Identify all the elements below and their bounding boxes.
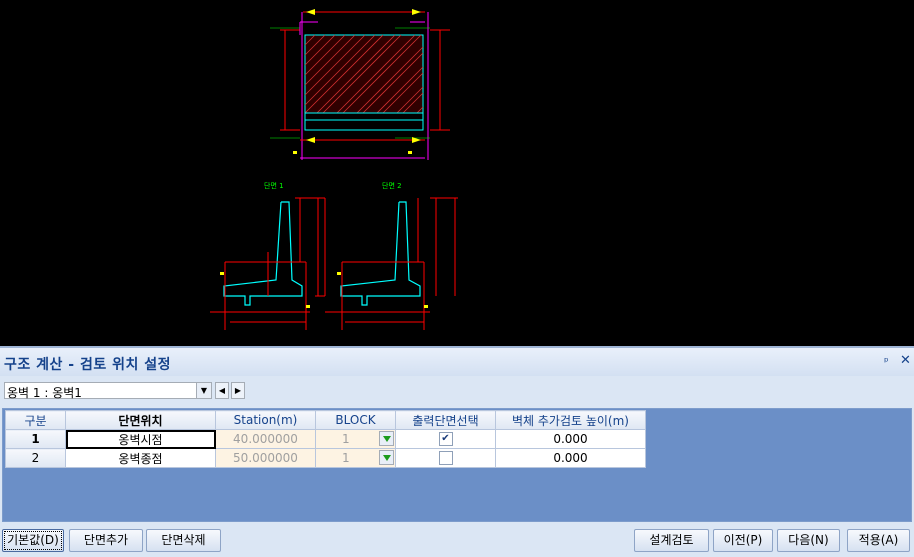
header-extra-height[interactable]: 벽체 추가검토 높이(m) bbox=[495, 410, 646, 430]
section-2-view bbox=[324, 197, 458, 330]
header-location[interactable]: 단면위치 bbox=[65, 410, 216, 430]
grid-header-row: 구분 단면위치 Station(m) BLOCK 출력단면선택 벽체 추가검토 … bbox=[5, 410, 646, 430]
block-cell[interactable]: 1 bbox=[315, 429, 396, 449]
station-cell: 40.000000 bbox=[215, 429, 316, 449]
output-select-cell[interactable]: ✔ bbox=[395, 429, 496, 449]
table-row[interactable]: 2 옹벽종점 50.000000 1 0.000 bbox=[5, 448, 646, 468]
header-station[interactable]: Station(m) bbox=[215, 410, 316, 430]
output-select-cell[interactable] bbox=[395, 448, 496, 468]
output-checkbox-checked[interactable]: ✔ bbox=[438, 432, 453, 447]
default-button[interactable]: 기본값(D) bbox=[2, 529, 64, 552]
next-button[interactable]: 다음(N) bbox=[777, 529, 840, 552]
prev-wall-button[interactable]: ◀ bbox=[215, 382, 229, 399]
row-number[interactable]: 2 bbox=[5, 448, 66, 468]
delete-section-button[interactable]: 단면삭제 bbox=[146, 529, 221, 552]
block-value: 1 bbox=[342, 432, 350, 446]
wall-select[interactable]: 옹벽 1 : 옹벽1 ▼ bbox=[4, 382, 212, 400]
section-1-view bbox=[210, 197, 325, 330]
block-dropdown-button[interactable] bbox=[379, 450, 394, 465]
block-value: 1 bbox=[342, 451, 350, 465]
station-cell: 50.000000 bbox=[215, 448, 316, 468]
cad-drawing-canvas[interactable]: 단면 1 단면 2 bbox=[0, 0, 914, 346]
wall-select-value: 옹벽 1 : 옹벽1 bbox=[7, 386, 82, 400]
close-icon[interactable]: ✕ bbox=[900, 353, 911, 368]
header-no[interactable]: 구분 bbox=[5, 410, 66, 430]
pin-icon[interactable]: ᵖ bbox=[884, 355, 889, 368]
section-2-label: 단면 2 bbox=[382, 181, 402, 190]
panel-title: 구조 계산 - 검토 위치 설정 bbox=[4, 357, 171, 373]
add-section-button[interactable]: 단면추가 bbox=[69, 529, 143, 552]
design-check-position-panel: 구조 계산 - 검토 위치 설정 ᵖ ✕ 옹벽 1 : 옹벽1 ▼ ◀ ▶ 구분… bbox=[0, 346, 914, 557]
next-wall-button[interactable]: ▶ bbox=[231, 382, 245, 399]
section-grid-area: 구분 단면위치 Station(m) BLOCK 출력단면선택 벽체 추가검토 … bbox=[2, 408, 912, 522]
extra-height-cell[interactable]: 0.000 bbox=[495, 429, 646, 449]
section-1-label: 단면 1 bbox=[264, 181, 284, 190]
retaining-wall-drawing: 단면 1 단면 2 bbox=[210, 9, 458, 330]
header-block[interactable]: BLOCK bbox=[315, 410, 396, 430]
chevron-down-icon[interactable]: ▼ bbox=[196, 383, 211, 398]
section-grid: 구분 단면위치 Station(m) BLOCK 출력단면선택 벽체 추가검토 … bbox=[5, 410, 646, 468]
wall-selector-row: 옹벽 1 : 옹벽1 ▼ ◀ ▶ bbox=[0, 380, 914, 402]
prev-button[interactable]: 이전(P) bbox=[713, 529, 773, 552]
location-cell[interactable]: 옹벽종점 bbox=[65, 448, 216, 468]
location-cell[interactable]: 옹벽시점 bbox=[65, 429, 216, 449]
output-checkbox-unchecked[interactable] bbox=[438, 451, 453, 466]
dropdown-arrow-icon bbox=[383, 455, 391, 461]
apply-button[interactable]: 적용(A) bbox=[847, 529, 910, 552]
plan-view bbox=[270, 9, 450, 160]
table-row[interactable]: 1 옹벽시점 40.000000 1 ✔ 0.000 bbox=[5, 429, 646, 449]
block-cell[interactable]: 1 bbox=[315, 448, 396, 468]
block-dropdown-button[interactable] bbox=[379, 431, 394, 446]
header-output-select[interactable]: 출력단면선택 bbox=[395, 410, 496, 430]
row-number[interactable]: 1 bbox=[5, 429, 66, 449]
panel-titlebar: 구조 계산 - 검토 위치 설정 ᵖ ✕ bbox=[0, 346, 914, 376]
design-check-button[interactable]: 설계검토 bbox=[634, 529, 709, 552]
extra-height-cell[interactable]: 0.000 bbox=[495, 448, 646, 468]
dropdown-arrow-icon bbox=[383, 436, 391, 442]
